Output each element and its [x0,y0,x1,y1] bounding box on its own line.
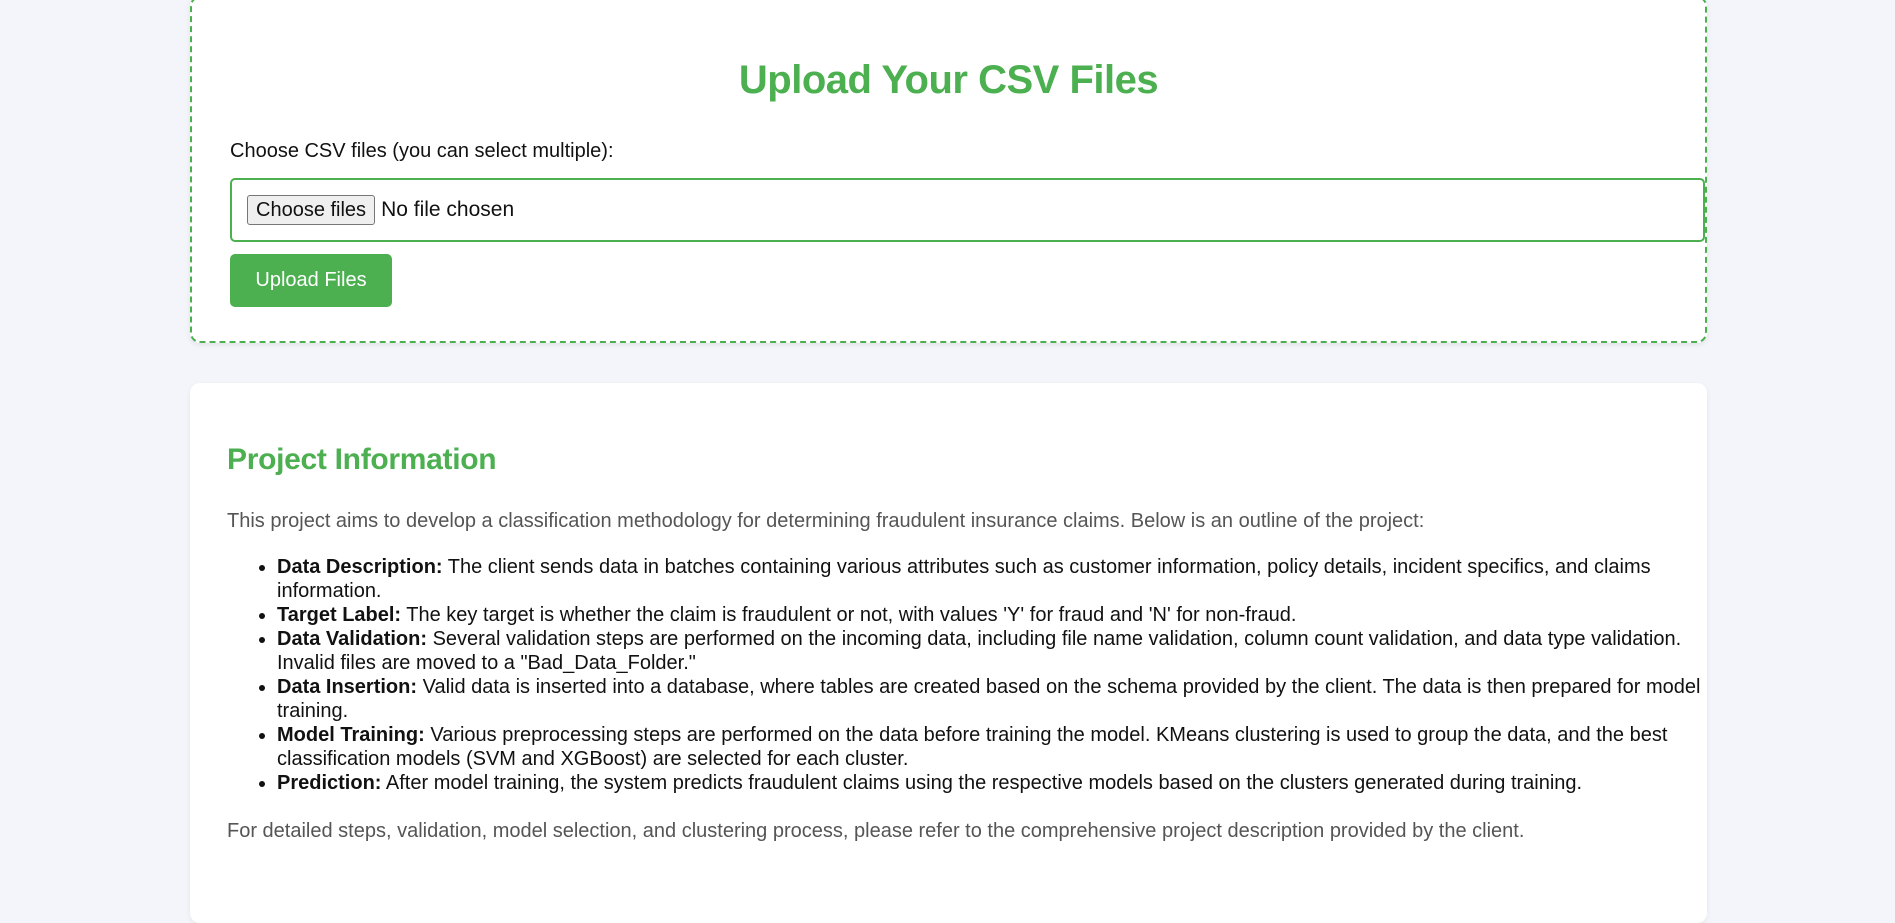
list-item: Target Label: The key target is whether … [277,603,1727,627]
item-text: Several validation steps are performed o… [277,628,1682,674]
upload-title: Upload Your CSV Files [738,58,1159,102]
project-info-title: Project Information [227,443,497,476]
project-outro: For detailed steps, validation, model se… [227,820,1525,842]
item-label: Prediction: [277,772,382,794]
item-text: Various preprocessing steps are performe… [277,724,1668,770]
item-text: The key target is whether the claim is f… [401,604,1297,626]
item-label: Data Validation: [277,628,428,650]
project-outline-list: Data Description: The client sends data … [227,555,1727,795]
choose-files-button[interactable]: Choose files [247,195,376,225]
file-input[interactable]: Choose files No file chosen [230,178,1705,242]
list-item: Data Description: The client sends data … [277,555,1727,603]
item-label: Target Label: [277,604,402,626]
project-info-card: Project Information This project aims to… [190,383,1707,923]
list-item: Data Insertion: Valid data is inserted i… [277,675,1727,723]
item-text: After model training, the system predict… [381,772,1583,794]
item-label: Data Insertion: [277,676,418,698]
no-file-status: No file chosen [381,198,515,221]
item-text: The client sends data in batches contain… [277,556,1651,602]
item-label: Data Description: [277,556,443,578]
list-item: Prediction: After model training, the sy… [277,771,1727,795]
upload-files-button[interactable]: Upload Files [230,254,392,307]
list-item: Model Training: Various preprocessing st… [277,723,1727,771]
upload-card: Upload Your CSV Files Choose CSV files (… [190,0,1707,343]
item-text: Valid data is inserted into a database, … [277,676,1701,722]
list-item: Data Validation: Several validation step… [277,627,1727,675]
item-label: Model Training: [277,724,425,746]
project-intro: This project aims to develop a classific… [227,510,1425,532]
file-input-label: Choose CSV files (you can select multipl… [230,140,614,162]
